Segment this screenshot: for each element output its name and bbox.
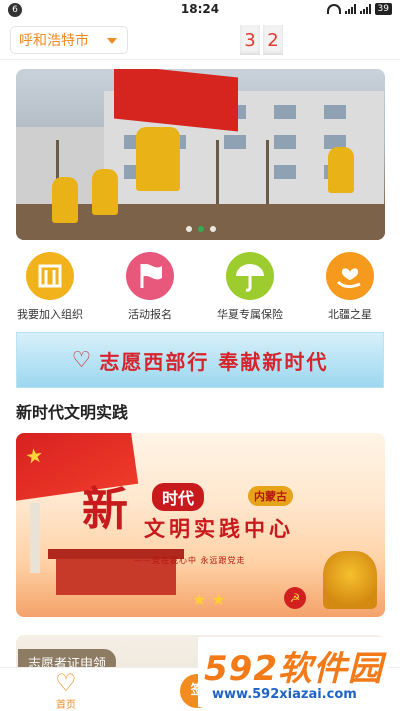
umbrella-icon bbox=[226, 252, 274, 300]
stars-graphic: ★ ★ bbox=[192, 590, 226, 609]
action-label: 北疆之星 bbox=[328, 308, 372, 321]
tab-home[interactable]: ♡ 首页 bbox=[46, 670, 86, 711]
banner-carousel[interactable] bbox=[16, 69, 385, 240]
poster-era: 时代 bbox=[152, 483, 205, 511]
join-organization-button[interactable]: 我要加入组织 bbox=[0, 252, 100, 322]
action-label: 活动报名 bbox=[128, 308, 172, 321]
banner-photo-volunteer bbox=[92, 169, 118, 215]
activity-signup-button[interactable]: 活动报名 bbox=[100, 252, 200, 322]
flip-counter: 3 2 bbox=[240, 25, 283, 55]
action-label: 我要加入组织 bbox=[17, 308, 83, 321]
lion-statue-graphic bbox=[323, 551, 377, 609]
carousel-dot[interactable] bbox=[209, 226, 216, 232]
battery-icon: 39 bbox=[374, 3, 392, 15]
heart-icon: ♡ bbox=[71, 347, 92, 373]
status-bar: 6 18:24 39 bbox=[0, 0, 400, 20]
tab-home-label: 首页 bbox=[56, 700, 76, 711]
action-label: 华夏专属保险 bbox=[217, 308, 283, 321]
status-indicators: 39 bbox=[326, 3, 392, 15]
organization-icon bbox=[26, 252, 74, 300]
insurance-button[interactable]: 华夏专属保险 bbox=[200, 252, 300, 322]
banner-photo-volunteer bbox=[328, 147, 354, 193]
poster-motto: ——党在我心中 永远跟党走 bbox=[134, 556, 246, 565]
watermark-url: www.592xiazai.com bbox=[212, 687, 357, 702]
party-emblem-icon: ☭ bbox=[284, 587, 306, 609]
city-selector[interactable]: 呼和浩特市 bbox=[10, 26, 128, 54]
pillar-graphic bbox=[30, 503, 40, 573]
quick-actions: 我要加入组织 活动报名 华夏专属保险 北疆之星 bbox=[0, 252, 400, 326]
top-bar: 呼和浩特市 3 2 bbox=[0, 20, 400, 60]
carousel-indicators bbox=[16, 226, 385, 232]
hand-heart-icon bbox=[326, 252, 374, 300]
wifi-icon bbox=[326, 4, 341, 14]
flag-icon bbox=[126, 252, 174, 300]
banner-photo-volunteer bbox=[136, 127, 180, 191]
northern-star-button[interactable]: 北疆之星 bbox=[300, 252, 400, 322]
poster-region: 内蒙古 bbox=[248, 486, 293, 506]
slogan-banner[interactable]: ♡ 志愿西部行 奉献新时代 bbox=[16, 332, 384, 388]
city-label: 呼和浩特市 bbox=[19, 33, 89, 49]
civilization-practice-poster[interactable]: ★ 新 时代 内蒙古 文明实践中心 ——党在我心中 永远跟党走 ★ ★ ☭ bbox=[16, 433, 385, 617]
banner-photo-volunteer bbox=[52, 177, 78, 223]
poster-subtitle: 文明实践中心 bbox=[144, 516, 294, 541]
site-watermark: 592软件园 www.592xiazai.com bbox=[198, 637, 388, 707]
signal-icon bbox=[344, 4, 356, 14]
counter-digit: 3 bbox=[240, 25, 260, 55]
slogan-text: 志愿西部行 奉献新时代 bbox=[99, 349, 329, 374]
carousel-dot[interactable] bbox=[185, 226, 192, 232]
star-icon: ★ bbox=[23, 442, 45, 469]
watermark-brand: 592软件园 bbox=[204, 649, 383, 689]
home-heart-icon: ♡ bbox=[55, 669, 77, 697]
carousel-dot-active[interactable] bbox=[197, 226, 204, 232]
signal-icon-2 bbox=[359, 4, 371, 14]
section-title: 新时代文明实践 bbox=[16, 403, 129, 422]
counter-digit: 2 bbox=[263, 25, 283, 55]
chevron-down-icon bbox=[107, 38, 117, 44]
poster-big-char: 新 bbox=[82, 482, 128, 536]
